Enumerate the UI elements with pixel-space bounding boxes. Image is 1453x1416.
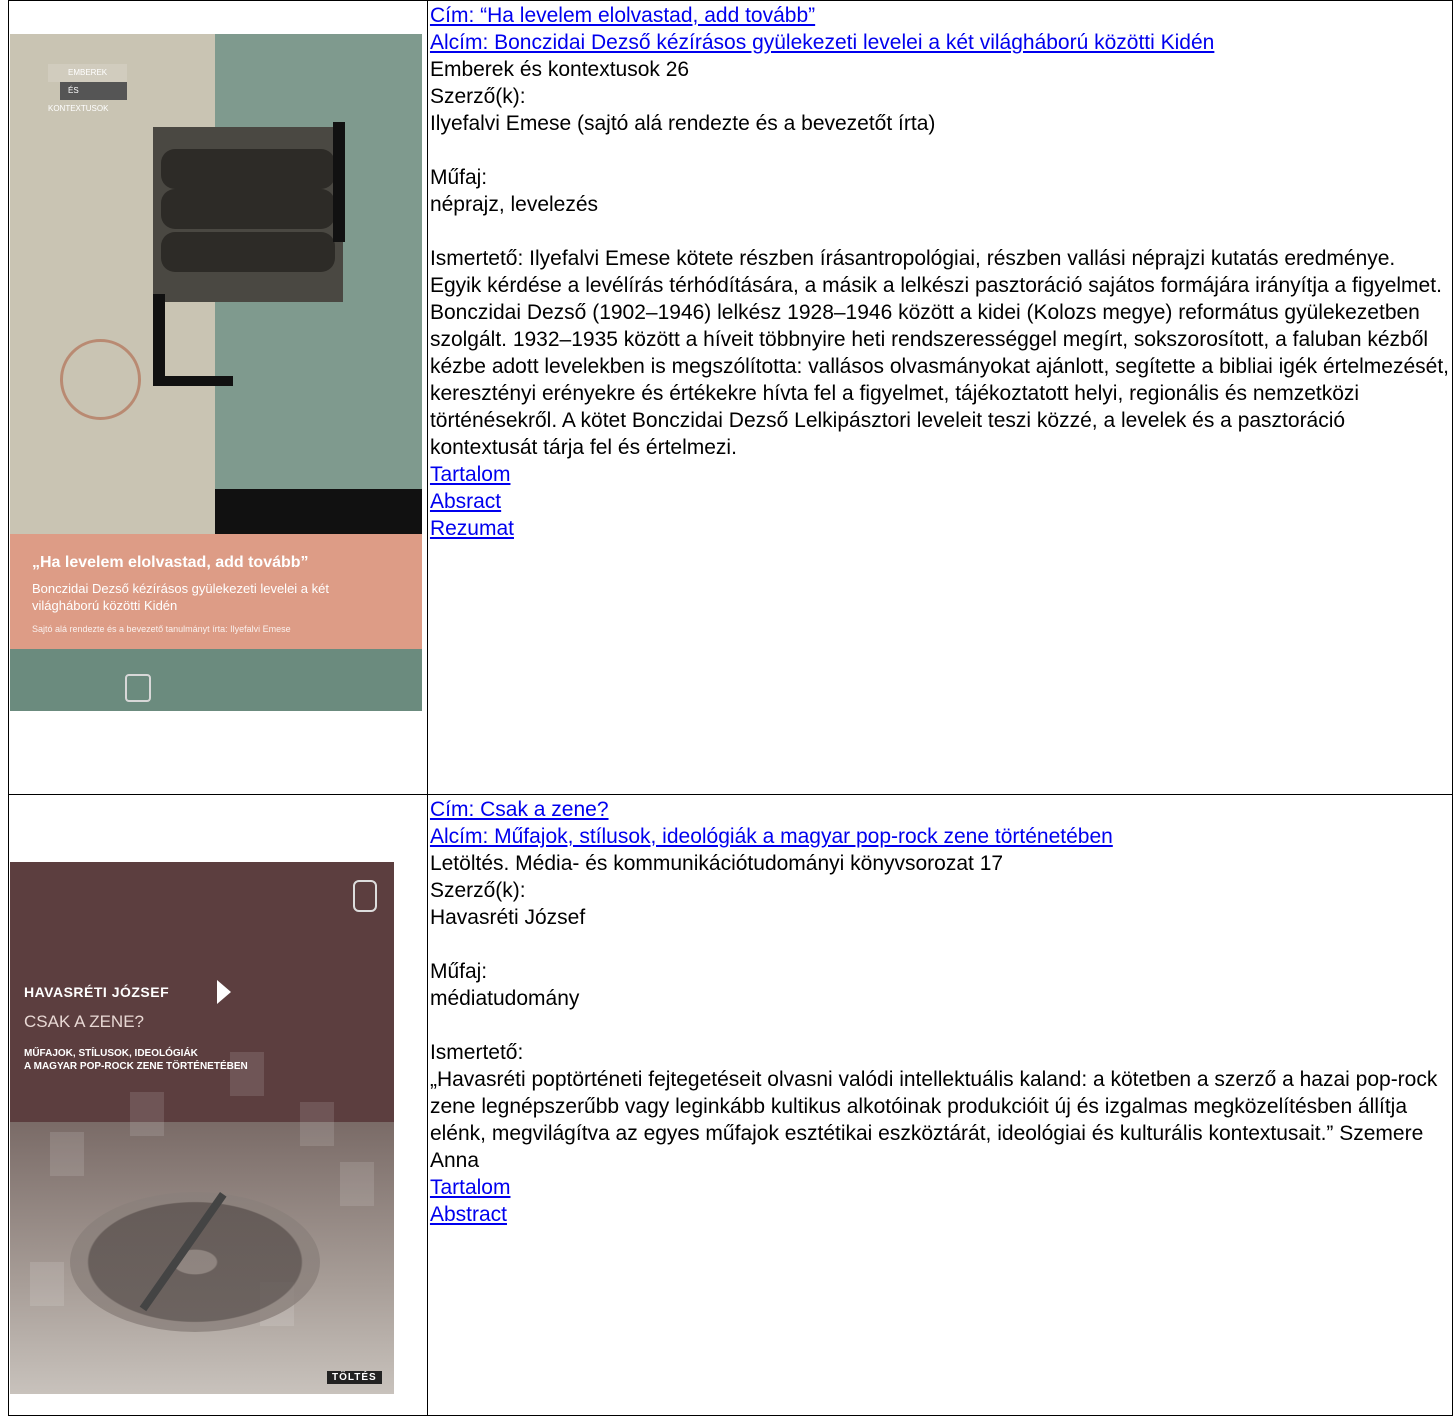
cover-frame-bracket [333, 122, 345, 242]
cover-editor: Sajtó alá rendezte és a bevezető tanulmá… [32, 624, 291, 634]
cover-subtitle: Bonczidai Dezső kézírásos gyülekezeti le… [32, 581, 329, 613]
cover-stamp-seal [60, 339, 141, 420]
genre-label: Műfaj: [429, 166, 488, 189]
description-text: „Havasréti poptörténeti fejtegetéseit ol… [429, 1068, 1438, 1172]
genre-text: médiatudomány [429, 987, 580, 1010]
book-cover-image: HAVASRÉTI JÓZSEF CSAK A ZENE? MŰFAJOK, S… [10, 862, 394, 1394]
book-subtitle-link[interactable]: Alcím: Műfajok, stílusok, ideológiák a m… [430, 823, 1452, 850]
cover-frame-bracket [153, 376, 233, 386]
series-text: Emberek és kontextusok 26 [429, 58, 690, 81]
cover-group-photo [153, 127, 343, 302]
genre-text: néprajz, levelezés [429, 193, 599, 216]
info-cell: Cím: Csak a zene? Alcím: Műfajok, stílus… [426, 794, 1453, 1416]
publisher-logo: TÖLTÉS [327, 1371, 382, 1384]
cover-subtitle: MŰFAJOK, STÍLUSOK, IDEOLÓGIÁK A MAGYAR P… [24, 1048, 248, 1072]
books-table: EMBEREK ÉS KONTEXTUSOK „Ha levelem elolv… [8, 0, 1453, 1416]
info-cell: Cím: “Ha levelem elolvastad, add tovább”… [426, 0, 1453, 795]
authors-text: Havasréti József [429, 906, 586, 929]
cover-title-band: „Ha levelem elolvastad, add tovább” Bonc… [10, 534, 422, 649]
authors-text: Ilyefalvi Emese (sajtó alá rendezte és a… [429, 112, 936, 135]
description-label: Ismertető: [429, 1041, 524, 1064]
book-info: Cím: Csak a zene? Alcím: Műfajok, stílus… [428, 795, 1452, 1228]
cover-frame-bracket [153, 294, 165, 382]
cover-cell: EMBEREK ÉS KONTEXTUSOK „Ha levelem elolv… [8, 0, 428, 795]
abstract-link[interactable]: Absract [430, 488, 1452, 515]
description-text: Ismertető: Ilyefalvi Emese kötete részbe… [429, 247, 1450, 459]
book-row: EMBEREK ÉS KONTEXTUSOK „Ha levelem elolv… [8, 0, 1453, 795]
publisher-crest-icon [125, 674, 151, 702]
book-cover-image: EMBEREK ÉS KONTEXTUSOK „Ha levelem elolv… [10, 34, 422, 711]
genre-label: Műfaj: [429, 960, 488, 983]
cover-title: CSAK A ZENE? [24, 1012, 144, 1031]
rezumat-link[interactable]: Rezumat [430, 515, 1452, 542]
university-crest-icon [353, 880, 377, 912]
book-subtitle-link[interactable]: Alcím: Bonczidai Dezső kézírásos gyüleke… [430, 29, 1452, 56]
cover-author: HAVASRÉTI JÓZSEF [24, 984, 170, 1000]
cover-black-block [215, 489, 422, 534]
book-title-link[interactable]: Cím: Csak a zene? [430, 796, 1452, 823]
contents-link[interactable]: Tartalom [430, 461, 1452, 488]
play-arrow-icon [217, 980, 231, 1004]
cover-cell: HAVASRÉTI JÓZSEF CSAK A ZENE? MŰFAJOK, S… [8, 794, 428, 1416]
authors-label: Szerző(k): [429, 85, 526, 108]
abstract-link[interactable]: Abstract [430, 1201, 1452, 1228]
cover-title: „Ha levelem elolvastad, add tovább” [32, 554, 309, 571]
book-title-link[interactable]: Cím: “Ha levelem elolvastad, add tovább” [430, 2, 1452, 29]
contents-link[interactable]: Tartalom [430, 1174, 1452, 1201]
series-text: Letöltés. Média- és kommunikációtudomány… [429, 852, 1004, 875]
authors-label: Szerző(k): [429, 879, 526, 902]
book-row: HAVASRÉTI JÓZSEF CSAK A ZENE? MŰFAJOK, S… [8, 794, 1453, 1416]
vinyl-record-icon [70, 1192, 320, 1332]
book-info: Cím: “Ha levelem elolvastad, add tovább”… [428, 1, 1452, 542]
cover-series-label: EMBEREK ÉS KONTEXTUSOK [48, 64, 128, 118]
